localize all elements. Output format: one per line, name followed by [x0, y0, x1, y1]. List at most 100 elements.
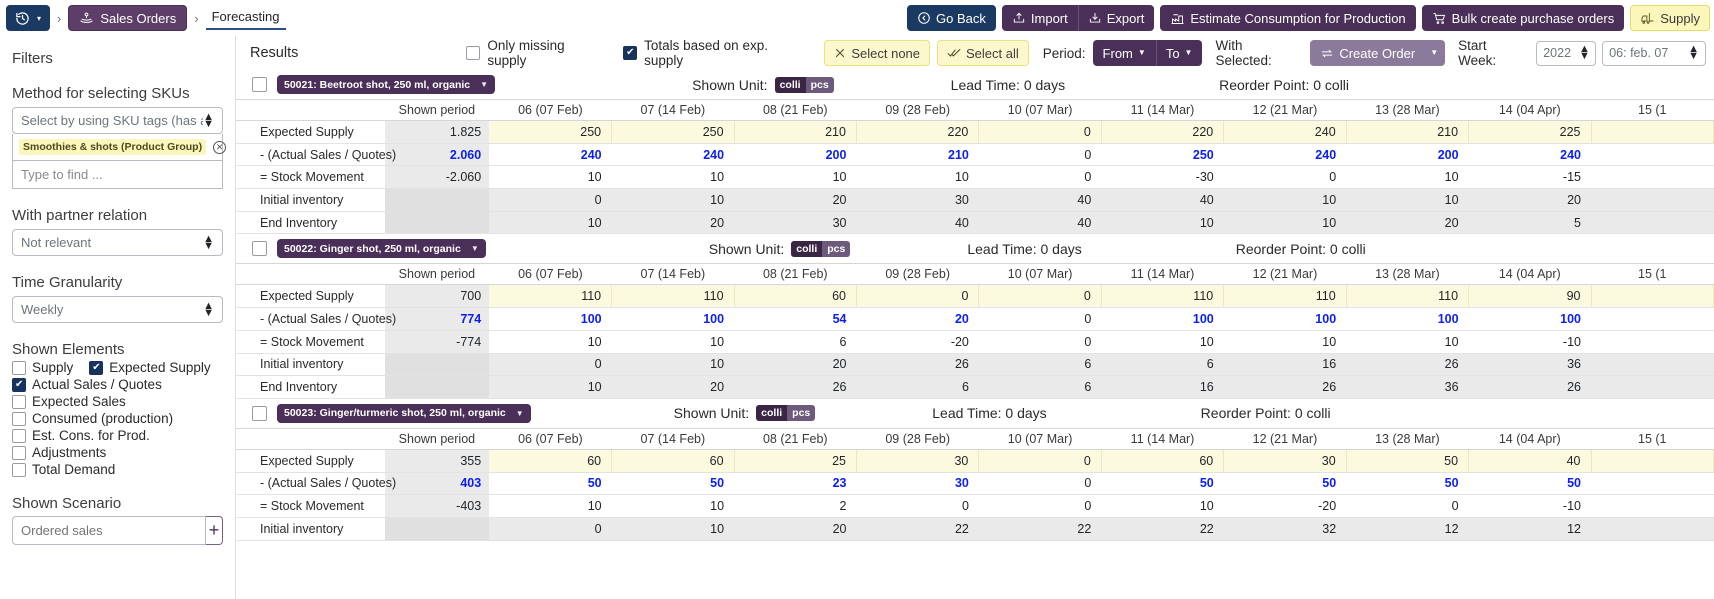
label-only-missing-supply[interactable]: Only missing supply — [487, 38, 607, 68]
checkbox-only-missing-supply[interactable] — [466, 46, 481, 60]
header-period-08-3: 08 (21 Feb) — [734, 427, 857, 450]
sku-selector-1[interactable]: 50021: Beetroot shot, 250 ml, organic ▼ — [277, 75, 496, 94]
checkbox-total-demand[interactable] — [12, 462, 26, 477]
sku-checkbox-2[interactable] — [252, 241, 267, 257]
sku-checkbox-1[interactable] — [252, 77, 267, 92]
unit-toggle-2[interactable]: colli pcs — [791, 240, 851, 257]
header-period-06-1: 06 (07 Feb) — [489, 99, 612, 121]
unit-pcs-option-3[interactable]: pcs — [787, 405, 816, 422]
cell-1-4-3: 40 — [856, 211, 979, 235]
row-label-initial-inventory-1: Initial inventory — [236, 188, 385, 212]
sku-checkbox-3[interactable] — [252, 405, 267, 421]
export-button[interactable]: Export — [1077, 5, 1155, 31]
sku-find-input[interactable] — [12, 161, 223, 189]
label-est-cons-for-prod[interactable]: Est. Cons. for Prod. — [32, 428, 150, 443]
period-to-dropdown[interactable]: To ▼ — [1155, 40, 1203, 66]
cell-2-3-3: 26 — [856, 353, 979, 377]
shown-scenario-input[interactable] — [12, 516, 206, 545]
select-all-button[interactable]: Select all — [937, 40, 1029, 66]
unit-colli-option-3[interactable]: colli — [756, 405, 788, 422]
unit-pcs-option-1[interactable]: pcs — [805, 76, 834, 93]
method-select-value: Select by using SKU tags (has all — [21, 113, 204, 128]
results-panel: Results Only missing supply Totals based… — [236, 36, 1714, 599]
table-header-row-3: Shown period 06 (07 Feb) 07 (14 Feb) 08 … — [236, 427, 1714, 450]
sku-selector-3[interactable]: 50023: Ginger/turmeric shot, 250 ml, org… — [277, 403, 531, 423]
cell-3-0-2: 25 — [734, 449, 857, 473]
unit-toggle-3[interactable]: colli pcs — [756, 405, 816, 422]
estimate-consumption-button[interactable]: Estimate Consumption for Production — [1160, 5, 1416, 31]
history-button[interactable]: ▾ — [6, 5, 51, 31]
checkbox-expected-supply[interactable] — [89, 360, 104, 375]
sku-selector-2-label: 50022: Ginger shot, 250 ml, organic — [284, 242, 461, 255]
import-button[interactable]: Import — [1001, 5, 1078, 31]
cell-1-3-0: 0 — [489, 188, 612, 212]
cell-1-2-6: 0 — [1223, 165, 1347, 190]
label-expected-sales[interactable]: Expected Sales — [32, 394, 126, 409]
unit-colli-option-1[interactable]: colli — [774, 76, 806, 93]
cell-1-1-2: 200 — [734, 143, 857, 167]
start-year-value: 2022 — [1543, 46, 1572, 60]
table-row: = Stock Movement -403 10 10 2 0 0 10 -20… — [236, 494, 1714, 518]
unit-pcs-option-2[interactable]: pcs — [822, 240, 851, 257]
unit-colli-option-2[interactable]: colli — [791, 240, 823, 257]
label-supply[interactable]: Supply — [32, 360, 73, 375]
header-period-07-2: 07 (14 Feb) — [611, 263, 735, 286]
label-adjustments[interactable]: Adjustments — [32, 445, 106, 460]
cell-1-4-7: 20 — [1346, 211, 1469, 235]
method-label: Method for selecting SKUs — [12, 85, 190, 102]
add-scenario-button[interactable]: + — [206, 516, 223, 545]
checkbox-expected-sales[interactable] — [12, 394, 26, 409]
checkbox-totals-based-on-exp-supply[interactable] — [623, 46, 638, 60]
forecast-table-area[interactable]: 50021: Beetroot shot, 250 ml, organic ▼ … — [236, 70, 1714, 599]
label-actual-sales-quotes[interactable]: Actual Sales / Quotes — [32, 377, 162, 392]
supply-button[interactable]: Supply — [1630, 5, 1710, 31]
breadcrumb-forecasting[interactable]: Forecasting — [205, 7, 286, 30]
unit-toggle-1[interactable]: colli pcs — [774, 76, 834, 93]
cell-2-0-3: 0 — [856, 284, 980, 309]
shown-unit-group-3: Shown Unit: colli pcs — [674, 405, 816, 422]
label-expected-supply[interactable]: Expected Supply — [109, 360, 210, 375]
breadcrumb-sales-orders[interactable]: Sales Orders — [68, 5, 188, 31]
checkbox-actual-sales-quotes[interactable] — [12, 377, 26, 392]
forklift-icon — [1640, 11, 1655, 26]
cell-2-1-6: 100 — [1223, 307, 1347, 331]
checkbox-adjustments[interactable] — [12, 445, 26, 460]
partner-relation-label: With partner relation — [12, 207, 148, 224]
label-consumed-production[interactable]: Consumed (production) — [32, 411, 173, 426]
label-totals-based-on-exp-supply[interactable]: Totals based on exp. supply — [644, 38, 810, 68]
cell-2-4-7: 36 — [1346, 375, 1469, 399]
start-year-select[interactable]: 2022 ▲ ▼ — [1536, 40, 1597, 66]
table-row: = Stock Movement -774 10 10 6 -20 0 10 1… — [236, 330, 1714, 354]
cell-shown-period-1-2: -2.060 — [384, 165, 490, 190]
cell-2-3-2: 20 — [734, 353, 857, 377]
cell-2-0-0: 110 — [489, 284, 613, 309]
checkbox-est-cons-for-prod[interactable] — [12, 428, 26, 443]
method-select[interactable]: Select by using SKU tags (has all ▲ ▼ — [12, 107, 223, 134]
checkbox-supply[interactable] — [12, 360, 26, 375]
bulk-create-purchase-orders-button[interactable]: Bulk create purchase orders — [1421, 5, 1625, 31]
period-from-dropdown[interactable]: From ▼ — [1092, 40, 1156, 66]
cell-1-0-8: 225 — [1468, 120, 1592, 144]
start-week-select[interactable]: 06: feb. 07 ▲ ▼ — [1602, 40, 1706, 66]
top-action-buttons: Go Back Import Export Estimate Consumpti… — [907, 5, 1710, 31]
label-total-demand[interactable]: Total Demand — [32, 462, 115, 477]
shown-elements-row-4: Consumed (production) — [12, 411, 223, 426]
cell-1-1-9 — [1591, 143, 1714, 167]
cell-shown-period-1-3 — [384, 188, 490, 212]
transfer-arrows-icon — [1320, 47, 1334, 60]
sku-header-row-2: 50022: Ginger shot, 250 ml, organic ▼ Sh… — [236, 234, 1714, 263]
checkbox-consumed-production[interactable] — [12, 411, 26, 426]
cell-2-0-4: 0 — [978, 284, 1102, 309]
select-none-button[interactable]: Select none — [824, 40, 931, 66]
partner-relation-select[interactable]: Not relevant ▲ ▼ — [12, 229, 223, 256]
sku-selector-2[interactable]: 50022: Ginger shot, 250 ml, organic ▼ — [277, 239, 486, 259]
go-back-button[interactable]: Go Back — [907, 5, 996, 31]
cell-1-2-0: 10 — [489, 165, 612, 190]
cell-2-4-2: 26 — [734, 375, 857, 399]
time-granularity-select[interactable]: Weekly ▲ ▼ — [12, 296, 223, 323]
header-period-15-3: 15 (1 — [1591, 427, 1714, 450]
remove-circle-icon[interactable]: ✕ — [213, 140, 227, 154]
create-order-dropdown[interactable]: Create Order ▼ — [1310, 40, 1446, 66]
cell-1-3-9 — [1591, 188, 1714, 212]
cell-1-4-2: 30 — [734, 211, 857, 235]
